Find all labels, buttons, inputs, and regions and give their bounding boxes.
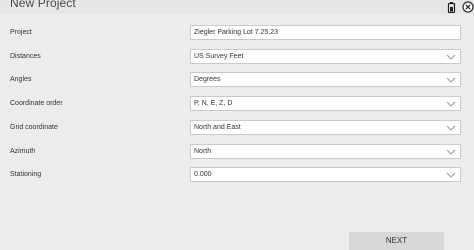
angles-label: Angles	[10, 76, 32, 83]
grid-coordinate-value: North and East	[194, 124, 241, 131]
coordinate-order-label: Coordinate order	[10, 100, 63, 107]
page-title: New Project	[10, 0, 76, 10]
angles-value: Degrees	[194, 76, 221, 83]
angles-select[interactable]: Degrees	[190, 72, 461, 87]
coordinate-order-select[interactable]: P, N, E, Z, D	[190, 96, 461, 111]
close-icon[interactable]	[462, 0, 474, 13]
chevron-down-icon	[446, 100, 456, 108]
project-name-value: Ziegler Parking Lot 7.25.23	[194, 29, 279, 36]
chevron-down-icon	[446, 53, 456, 61]
azimuth-value: North	[194, 148, 212, 155]
project-label: Project	[10, 29, 32, 36]
chevron-down-icon	[446, 124, 456, 132]
grid-coordinate-select[interactable]: North and East	[190, 120, 461, 135]
chevron-down-icon	[446, 171, 456, 179]
battery-icon	[447, 0, 456, 14]
distances-value: US Survey Feet	[194, 53, 244, 60]
stationing-value: 0.000	[194, 171, 212, 178]
header-bar: New Project	[0, 0, 474, 14]
azimuth-label: Azimuth	[10, 148, 36, 155]
chevron-down-icon	[446, 76, 456, 84]
project-name-input[interactable]: Ziegler Parking Lot 7.25.23	[190, 25, 461, 40]
stationing-label: Stationing	[10, 171, 42, 178]
distances-select[interactable]: US Survey Feet	[190, 49, 461, 64]
azimuth-select[interactable]: North	[190, 144, 461, 159]
grid-coordinate-label: Grid coordinate	[10, 124, 58, 131]
stationing-select[interactable]: 0.000	[190, 167, 461, 182]
chevron-down-icon	[446, 148, 456, 156]
next-button[interactable]: NEXT	[349, 232, 444, 250]
coordinate-order-value: P, N, E, Z, D	[194, 100, 233, 107]
distances-label: Distances	[10, 53, 41, 60]
